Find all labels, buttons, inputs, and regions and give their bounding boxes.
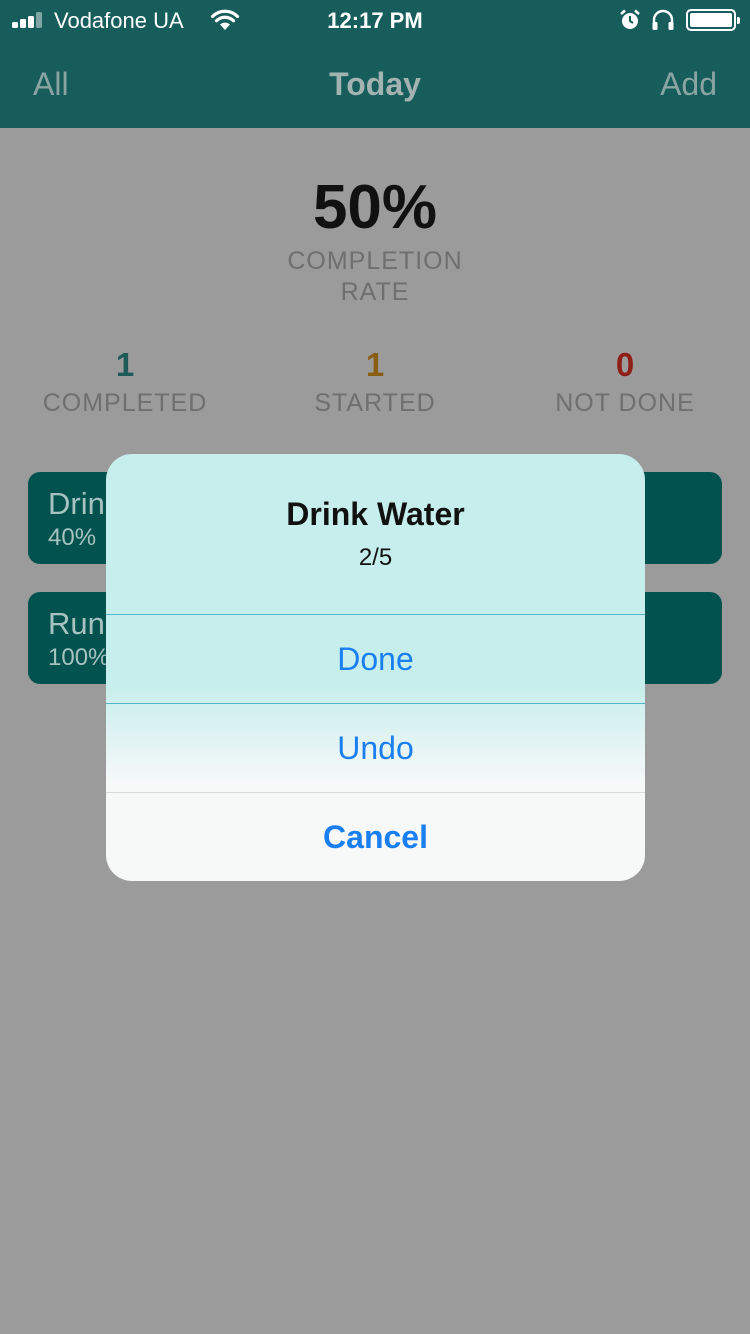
top-bar: Vodafone UA 12:17 PM All Today Add [0,0,750,128]
habit-name: Run [48,606,105,641]
stat-not-done: 0 NOT DONE [500,344,750,420]
stat-started-label: STARTED [314,389,436,417]
alarm-icon [620,9,640,29]
battery-icon [686,9,740,31]
stat-completed-label: COMPLETED [42,389,208,417]
done-button[interactable]: Done [106,614,645,702]
action-alert-dialog: Drink Water 2/5 Done Undo Cancel [106,454,645,881]
undo-button[interactable]: Undo [106,703,645,791]
headphones-icon [652,9,674,30]
habit-name: Drin [48,486,105,521]
alert-title: Drink Water [286,496,465,532]
add-button[interactable]: Add [660,66,717,103]
habit-progress: 40% [48,524,97,551]
stat-not-done-label: NOT DONE [555,389,695,417]
habit-progress: 100% [48,644,110,671]
page-title: Today [329,66,421,102]
stat-started-value: 1 [365,346,385,383]
stat-completed-value: 1 [115,346,135,383]
alert-header: Drink Water 2/5 [106,454,645,614]
completion-rate-label: COMPLETION RATE [287,247,463,306]
stat-started: 1 STARTED [250,344,500,420]
stat-not-done-value: 0 [615,346,635,383]
stat-completed: 1 COMPLETED [0,344,250,420]
cancel-button[interactable]: Cancel [106,792,645,880]
navigation-bar: All Today Add [0,40,750,128]
alert-message: 2/5 [358,544,393,571]
completion-rate-value: 50% [312,173,438,242]
status-bar: Vodafone UA 12:17 PM [0,0,750,40]
